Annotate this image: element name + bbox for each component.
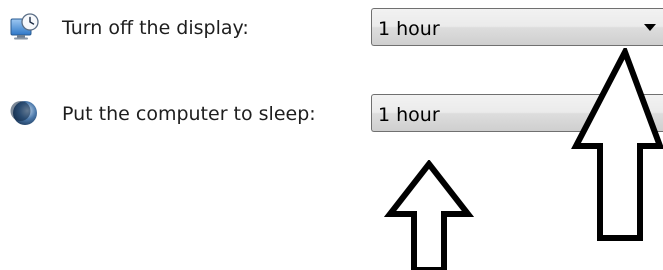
- up-arrow-annotation-icon: [571, 48, 663, 241]
- moon-icon: [10, 98, 40, 128]
- turn-off-display-dropdown[interactable]: 1 hour: [371, 8, 663, 46]
- monitor-clock-icon: [10, 12, 40, 42]
- chevron-down-icon[interactable]: [644, 24, 656, 31]
- sleep-row: Put the computer to sleep: 1 hour: [0, 94, 663, 134]
- sleep-dropdown[interactable]: 1 hour: [371, 94, 663, 132]
- sleep-label: Put the computer to sleep:: [62, 103, 316, 125]
- up-arrow-annotation-icon: [384, 160, 474, 270]
- turn-off-display-label: Turn off the display:: [62, 17, 249, 39]
- power-settings-panel: Turn off the display: 1 hour Put the com…: [0, 0, 663, 270]
- sleep-value: 1 hour: [378, 104, 440, 126]
- turn-off-display-row: Turn off the display: 1 hour: [0, 8, 663, 48]
- turn-off-display-value: 1 hour: [378, 18, 440, 40]
